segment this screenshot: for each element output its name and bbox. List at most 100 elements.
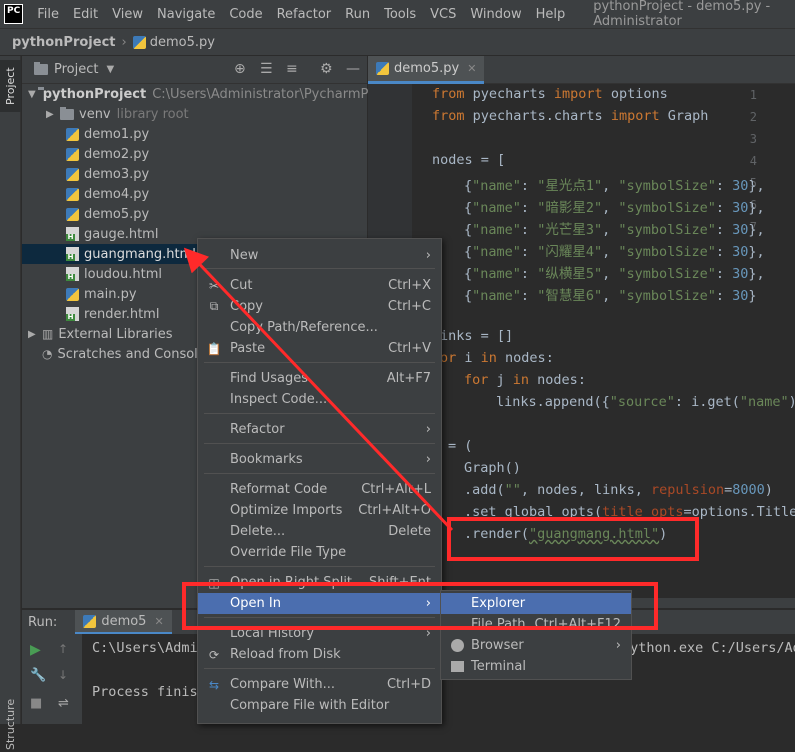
expand-all-icon[interactable]: ☰	[260, 61, 273, 77]
tab-demo5[interactable]: demo5.py ✕	[368, 56, 485, 84]
window-title: pythonProject - demo5.py - Administrator	[593, 0, 771, 29]
menu-item-paste[interactable]: 📋 Paste Ctrl+V	[198, 338, 441, 359]
menu-item-compare-file-with-editor[interactable]: Compare File with Editor	[198, 695, 441, 716]
menu-item-compare-with[interactable]: ⇆ Compare With... Ctrl+D	[198, 674, 441, 695]
file-label: guangmang.html	[84, 246, 196, 262]
arrow-down-icon[interactable]: ↓	[58, 668, 68, 682]
code-line: links.append({"source": i.get("name"),	[496, 394, 795, 410]
close-icon[interactable]: ✕	[467, 62, 476, 75]
close-icon[interactable]: ✕	[154, 615, 163, 628]
menu-edit[interactable]: Edit	[67, 7, 106, 22]
menu-run[interactable]: Run	[339, 7, 378, 22]
file-label: demo5.py	[84, 206, 150, 222]
menu-code[interactable]: Code	[223, 7, 270, 22]
arrow-up-icon[interactable]: ↑	[58, 642, 68, 656]
project-tool-tab[interactable]: Project	[0, 60, 21, 112]
reload-icon: ⟳	[208, 647, 220, 662]
file-label: render.html	[84, 306, 160, 322]
menu-item-copy[interactable]: ⧉ Copy Ctrl+C	[198, 296, 441, 317]
chevron-right-icon: ›	[425, 248, 431, 263]
menu-separator	[204, 362, 435, 363]
chevron-down-icon[interactable]: ▼	[106, 64, 114, 75]
menu-item-copy-path[interactable]: Copy Path/Reference...	[198, 317, 441, 338]
menu-item-bookmarks[interactable]: Bookmarks ›	[198, 449, 441, 470]
soft-wrap-icon[interactable]: ⇌	[58, 696, 69, 711]
file-label: demo2.py	[84, 146, 150, 162]
file-label: main.py	[84, 286, 137, 302]
code-line: inks = []	[440, 328, 514, 344]
menu-item-override-file-type[interactable]: Override File Type	[198, 542, 441, 563]
run-toolbar: ▶ ↑ 🔧 ↓ ■ ⇌	[22, 634, 82, 724]
menu-refactor[interactable]: Refactor	[271, 7, 340, 22]
chevron-right-icon: ›	[615, 638, 621, 653]
code-line: = (	[448, 438, 473, 454]
annotation-box-open-in	[182, 582, 658, 630]
tree-file[interactable]: demo2.py	[22, 144, 367, 164]
root-path: C:\Users\Administrator\PycharmProj	[152, 86, 385, 102]
python-file-icon	[66, 167, 79, 181]
project-panel-header: Project ▼ ⊕ ☰ ≡ ⚙ —	[22, 56, 367, 84]
menu-help[interactable]: Help	[530, 7, 574, 22]
locate-icon[interactable]: ⊕	[234, 61, 246, 77]
tree-file[interactable]: demo4.py	[22, 184, 367, 204]
scratches-label: Scratches and Console	[57, 346, 206, 362]
collapse-all-icon[interactable]: ≡	[286, 61, 298, 77]
submenu-item-terminal[interactable]: Terminal	[441, 656, 631, 677]
menu-item-find-usages[interactable]: Find Usages Alt+F7	[198, 368, 441, 389]
stop-icon[interactable]: ■	[30, 696, 42, 711]
tree-file[interactable]: demo3.py	[22, 164, 367, 184]
structure-tool-tab[interactable]: Structure	[0, 696, 21, 752]
menu-file[interactable]: File	[31, 7, 67, 22]
menu-navigate[interactable]: Navigate	[151, 7, 223, 22]
code-line: from pyecharts import options	[432, 86, 668, 102]
menu-item-delete[interactable]: Delete... Delete	[198, 521, 441, 542]
console-line: Process finis	[92, 684, 198, 700]
file-label: loudou.html	[84, 266, 162, 282]
menu-tools[interactable]: Tools	[378, 7, 424, 22]
menu-item-cut[interactable]: ✂ Cut Ctrl+X	[198, 275, 441, 296]
menu-separator	[204, 443, 435, 444]
code-line: {"name": "光芒星3", "symbolSize": 30},	[464, 222, 765, 238]
menu-vcs[interactable]: VCS	[424, 7, 464, 22]
menu-item-reload-from-disk[interactable]: ⟳ Reload from Disk	[198, 644, 441, 665]
line-number: 2	[749, 110, 757, 124]
file-label: demo3.py	[84, 166, 150, 182]
left-tool-stripe: Project Structure	[0, 56, 21, 750]
tab-label: demo5.py	[394, 61, 460, 76]
gear-icon[interactable]: ⚙	[320, 61, 333, 77]
project-view-selector[interactable]: Project	[54, 62, 98, 77]
menu-item-reformat-code[interactable]: Reformat Code Ctrl+Alt+L	[198, 479, 441, 500]
code-line: Graph()	[464, 460, 521, 476]
code-line: {"name": "星光点1", "symbolSize": 30},	[464, 178, 765, 194]
submenu-item-browser[interactable]: Browser ›	[441, 635, 631, 656]
library-icon: ▥	[42, 327, 54, 341]
tree-file[interactable]: demo1.py	[22, 124, 367, 144]
menu-item-inspect-code[interactable]: Inspect Code...	[198, 389, 441, 410]
python-file-icon	[132, 35, 146, 49]
tree-root[interactable]: ▼ pythonProject C:\Users\Administrator\P…	[22, 84, 385, 104]
scratches-icon: ◔	[42, 347, 53, 361]
chevron-right-icon[interactable]: ▶	[28, 329, 40, 340]
breadcrumb-file[interactable]: demo5.py	[150, 35, 215, 50]
run-tab-demo5[interactable]: demo5 ✕	[75, 610, 172, 634]
menu-item-new[interactable]: New ›	[198, 245, 441, 266]
tree-file[interactable]: demo5.py	[22, 204, 367, 224]
tree-item-venv[interactable]: ▶ venv library root	[22, 104, 367, 124]
code-line: for j in nodes:	[464, 372, 586, 388]
root-name: pythonProject	[42, 86, 147, 102]
chevron-right-icon: ›	[121, 34, 127, 50]
rerun-icon[interactable]: ▶	[30, 642, 41, 658]
file-label: gauge.html	[84, 226, 159, 242]
menu-view[interactable]: View	[106, 7, 151, 22]
wrench-icon[interactable]: 🔧	[30, 668, 46, 683]
chevron-down-icon[interactable]: ▼	[28, 89, 36, 100]
breadcrumb-root[interactable]: pythonProject	[12, 35, 116, 50]
python-file-icon	[66, 207, 79, 221]
menu-window[interactable]: Window	[464, 7, 529, 22]
menu-item-refactor[interactable]: Refactor ›	[198, 419, 441, 440]
python-file-icon	[66, 287, 79, 301]
menu-item-optimize-imports[interactable]: Optimize Imports Ctrl+Alt+O	[198, 500, 441, 521]
hide-icon[interactable]: —	[346, 61, 360, 77]
chevron-right-icon[interactable]: ▶	[46, 109, 58, 120]
terminal-icon	[451, 661, 464, 672]
